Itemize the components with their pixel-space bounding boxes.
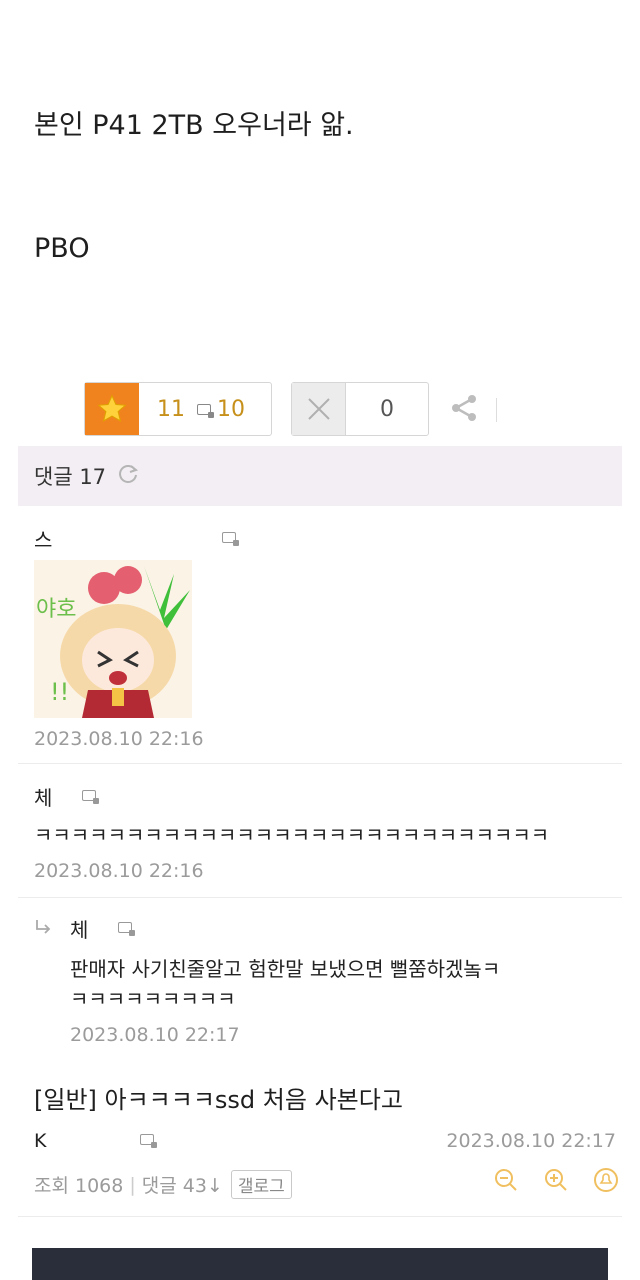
refresh-button[interactable] (116, 462, 140, 490)
sticker-text: 야호 (36, 597, 76, 622)
comment-text-line-1: 판매자 사기친줄알고 험한말 보냈으면 뻘쭘하겠놐ㅋ (70, 957, 501, 981)
next-post-image[interactable] (32, 1248, 608, 1280)
comment-text: ㅋㅋㅋㅋㅋㅋㅋㅋㅋㅋㅋㅋㅋㅋㅋㅋㅋㅋㅋㅋㅋㅋㅋㅋㅋㅋㅋㅋ (34, 823, 550, 847)
comment-author[interactable]: 체 (34, 782, 52, 811)
refresh-icon (119, 465, 139, 483)
reply-comment-item: 체 판매자 사기친줄알고 험한말 보냈으면 뻘쭘하겠놐ㅋ ㅋㅋㅋㅋㅋㅋㅋㅋㅋ 2… (18, 898, 622, 1062)
fixed-user-icon (222, 532, 239, 546)
comment-author[interactable]: 스 (34, 524, 52, 553)
zoom-out-icon[interactable] (492, 1166, 520, 1194)
comment-date: 2023.08.10 22:16 (34, 860, 204, 882)
share-button[interactable] (448, 392, 480, 428)
nonrecommend-count: 0 (380, 396, 394, 422)
post-line-1: 본인 P41 2TB 오우너라 앎. (34, 110, 354, 141)
zoom-in-icon[interactable] (542, 1166, 570, 1194)
recommend-count: 11 (157, 396, 185, 422)
related-post-meta: 조회 1068 | 댓글 43↓ 갤로그 (34, 1170, 292, 1199)
divider (496, 398, 497, 422)
gallery-button[interactable]: 갤로그 (230, 1170, 292, 1199)
fixed-recommend-count: 10 (217, 396, 245, 422)
sticker-image: 야호 !! (34, 560, 192, 718)
fixed-user-icon (140, 1134, 157, 1148)
related-comment-count[interactable]: 댓글 43↓ (142, 1171, 223, 1198)
recommend-button[interactable] (85, 383, 139, 435)
comment-item: 체 ㅋㅋㅋㅋㅋㅋㅋㅋㅋㅋㅋㅋㅋㅋㅋㅋㅋㅋㅋㅋㅋㅋㅋㅋㅋㅋㅋㅋ 2023.08.1… (18, 764, 622, 898)
star-icon (97, 394, 127, 422)
related-post-date: 2023.08.10 22:17 (446, 1130, 616, 1152)
comment-count-label: 댓글 17 (34, 465, 107, 489)
reply-arrow-icon (36, 920, 51, 934)
divider (18, 1216, 622, 1217)
nonrecommend-button[interactable] (292, 383, 346, 435)
alarm-icon[interactable] (592, 1166, 620, 1194)
close-icon (307, 398, 330, 420)
share-icon (452, 395, 476, 421)
related-post-title[interactable]: [일반] 아ㅋㅋㅋㅋssd 처음 사본다고 (34, 1080, 403, 1115)
comment-header: 댓글 17 (18, 446, 622, 506)
comment-text-line-2: ㅋㅋㅋㅋㅋㅋㅋㅋㅋ (70, 987, 236, 1011)
comment-author[interactable]: 체 (70, 914, 88, 943)
recommend-box: 11 10 (84, 382, 272, 436)
view-count: 조회 1068 (34, 1175, 124, 1197)
post-line-2: PBO (34, 233, 90, 264)
comment-date: 2023.08.10 22:17 (70, 1024, 240, 1046)
related-tools (492, 1166, 620, 1194)
fixed-user-icon (82, 790, 99, 804)
fixed-user-icon (118, 922, 135, 936)
fixed-recommend-icon (197, 403, 214, 418)
svg-text:!!: !! (50, 678, 69, 706)
comment-date: 2023.08.10 22:16 (34, 728, 204, 750)
related-post-author[interactable]: K (34, 1130, 46, 1152)
comment-item: 스 야호 !! 2023.08.10 22:16 (18, 506, 622, 764)
nonrecommend-box: 0 (291, 382, 429, 436)
